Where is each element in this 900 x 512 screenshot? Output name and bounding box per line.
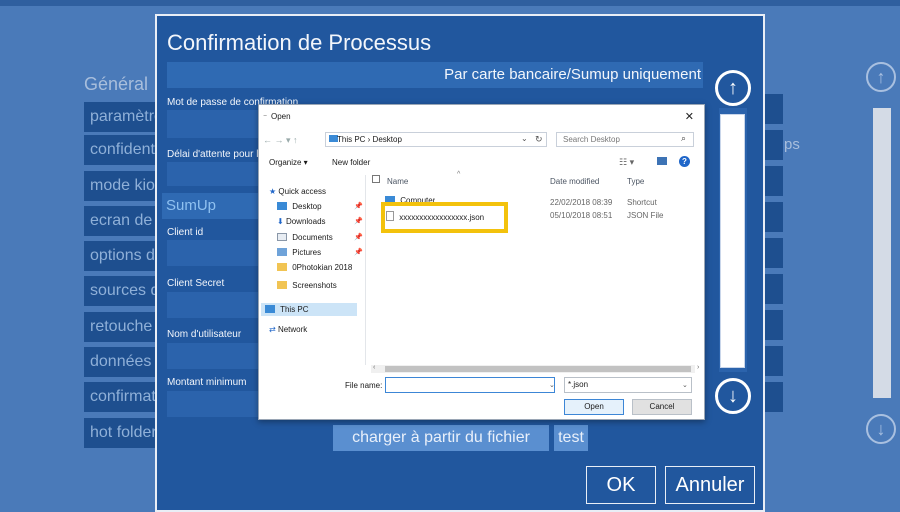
folder-icon xyxy=(277,281,287,289)
background-scrollbar-thumb[interactable] xyxy=(873,108,891,398)
background-right-button[interactable] xyxy=(765,202,783,232)
chevron-down-icon[interactable]: ⌄ xyxy=(549,381,555,389)
window-icon: ⁻ xyxy=(263,112,268,121)
sidebar-item-quick-access[interactable]: ★ Quick access xyxy=(269,187,326,196)
sort-caret-icon: ^ xyxy=(457,171,461,178)
open-button[interactable]: Open xyxy=(564,399,624,415)
horizontal-scrollbar-thumb[interactable] xyxy=(385,366,691,372)
search-icon[interactable]: ⌕ xyxy=(681,133,686,144)
dialog-scrollbar-thumb[interactable] xyxy=(720,114,745,368)
open-dialog-cancel-button[interactable]: Cancel xyxy=(632,399,692,415)
arrow-down-circle-icon[interactable]: ↓ xyxy=(715,378,751,414)
download-icon: ⬇ xyxy=(277,217,284,226)
load-from-file-button[interactable]: charger à partir du fichier xyxy=(333,425,549,451)
file-date: 05/10/2018 08:51 xyxy=(550,211,613,220)
file-date: 22/02/2018 08:39 xyxy=(550,198,613,207)
background-right-button[interactable] xyxy=(765,310,783,340)
client-secret-label: Client Secret xyxy=(167,278,225,289)
client-id-label: Client id xyxy=(167,227,204,238)
cancel-button[interactable]: Annuler xyxy=(665,466,755,504)
file-type-filter[interactable]: *.json xyxy=(564,377,692,393)
sidebar-item-this-pc[interactable]: This PC xyxy=(265,305,309,314)
address-path: This PC › Desktop xyxy=(337,135,402,144)
open-dialog-title: Open xyxy=(271,112,291,121)
pin-icon: 📌 xyxy=(354,234,363,241)
sidebar-item-label: This PC xyxy=(280,305,309,314)
pin-icon: 📌 xyxy=(354,218,363,225)
column-header-type[interactable]: Type xyxy=(627,177,644,186)
organize-menu[interactable]: Organize ▾ xyxy=(269,158,308,167)
pin-icon: 📌 xyxy=(354,249,363,256)
search-placeholder: Search Desktop xyxy=(563,135,620,144)
file-type: Shortcut xyxy=(627,198,657,207)
ok-button[interactable]: OK xyxy=(586,466,656,504)
background-top-bar xyxy=(0,0,900,6)
background-right-button[interactable] xyxy=(765,130,783,160)
pin-icon: 📌 xyxy=(354,203,363,210)
computer-icon xyxy=(265,305,275,313)
sidebar-item-pictures[interactable]: Pictures xyxy=(277,248,321,257)
open-file-dialog: ⁻ Open ✕ ← → ▾ ↑ This PC › Desktop ⌄ ↻ S… xyxy=(258,104,705,420)
dialog-title: Confirmation de Processus xyxy=(167,30,432,55)
background-right-button[interactable] xyxy=(765,346,783,376)
background-right-button[interactable] xyxy=(765,274,783,304)
folder-icon xyxy=(277,263,287,271)
sidebar-item-label: Documents xyxy=(292,233,333,242)
arrow-down-circle-icon[interactable]: ↓ xyxy=(866,414,896,444)
sidebar-item-screenshots[interactable]: Screenshots xyxy=(277,281,337,290)
scroll-left-icon[interactable]: ‹ xyxy=(373,364,375,371)
background-right-button[interactable] xyxy=(765,166,783,196)
sidebar-item-label: 0Photokian 2018 xyxy=(292,263,353,272)
new-folder-button[interactable]: New folder xyxy=(332,158,370,167)
preview-pane-icon[interactable] xyxy=(657,157,667,165)
sidebar-item-label: Network xyxy=(277,325,308,334)
desktop-folder-icon xyxy=(277,202,287,210)
documents-icon xyxy=(277,233,287,241)
file-name-input[interactable] xyxy=(385,377,555,393)
dialog-subtitle: Par carte bancaire/Sumup uniquement xyxy=(444,66,701,83)
sidebar-item-photokian[interactable]: 0Photokian 2018 xyxy=(277,263,352,272)
file-type: JSON File xyxy=(627,211,664,220)
highlight-box xyxy=(381,202,508,233)
network-icon: ⇄ xyxy=(269,325,276,334)
background-right-button[interactable] xyxy=(765,238,783,268)
sidebar-item-label: Screenshots xyxy=(292,281,337,290)
min-amount-label: Montant minimum xyxy=(167,377,247,388)
sidebar-item-label: Desktop xyxy=(292,202,322,211)
sidebar-item-desktop[interactable]: Desktop xyxy=(277,202,322,211)
background-right-button[interactable] xyxy=(765,94,783,124)
chevron-down-icon[interactable]: ⌄ xyxy=(521,134,528,143)
sidebar-item-network[interactable]: ⇄ Network xyxy=(269,325,307,334)
arrow-up-circle-icon[interactable]: ↑ xyxy=(715,70,751,106)
help-icon[interactable]: ? xyxy=(679,156,690,167)
star-icon: ★ xyxy=(269,187,277,196)
file-name-label: File name: xyxy=(345,381,383,390)
sidebar-item-label: Downloads xyxy=(285,217,326,226)
scroll-right-icon[interactable]: › xyxy=(697,364,699,371)
arrow-up-circle-icon[interactable]: ↑ xyxy=(866,62,896,92)
chevron-down-icon[interactable]: ⌄ xyxy=(682,381,688,389)
select-all-checkbox[interactable] xyxy=(372,175,380,183)
background-partial-text: ps xyxy=(784,136,800,153)
close-icon[interactable]: ✕ xyxy=(685,110,694,123)
background-right-button[interactable] xyxy=(765,382,783,412)
refresh-icon[interactable]: ↻ xyxy=(535,134,543,145)
pictures-icon xyxy=(277,248,287,256)
username-label: Nom d'utilisateur xyxy=(167,329,242,340)
sidebar-item-label: Quick access xyxy=(278,187,326,196)
view-options-icon[interactable]: ☷ ▾ xyxy=(619,157,634,168)
sumup-section-header: SumUp xyxy=(162,193,258,219)
timeout-label: Délai d'attente pour la xyxy=(167,149,264,160)
test-button[interactable]: test xyxy=(554,425,588,451)
navigation-arrows[interactable]: ← → ▾ ↑ xyxy=(263,135,298,146)
pane-divider[interactable] xyxy=(365,175,366,365)
background-section-title: Général xyxy=(84,74,149,94)
sidebar-item-label: Pictures xyxy=(292,248,322,257)
sidebar-item-documents[interactable]: Documents xyxy=(277,233,333,242)
sidebar-item-downloads[interactable]: ⬇ Downloads xyxy=(277,217,326,226)
column-header-name[interactable]: Name xyxy=(387,177,408,186)
column-header-date[interactable]: Date modified xyxy=(550,177,599,186)
